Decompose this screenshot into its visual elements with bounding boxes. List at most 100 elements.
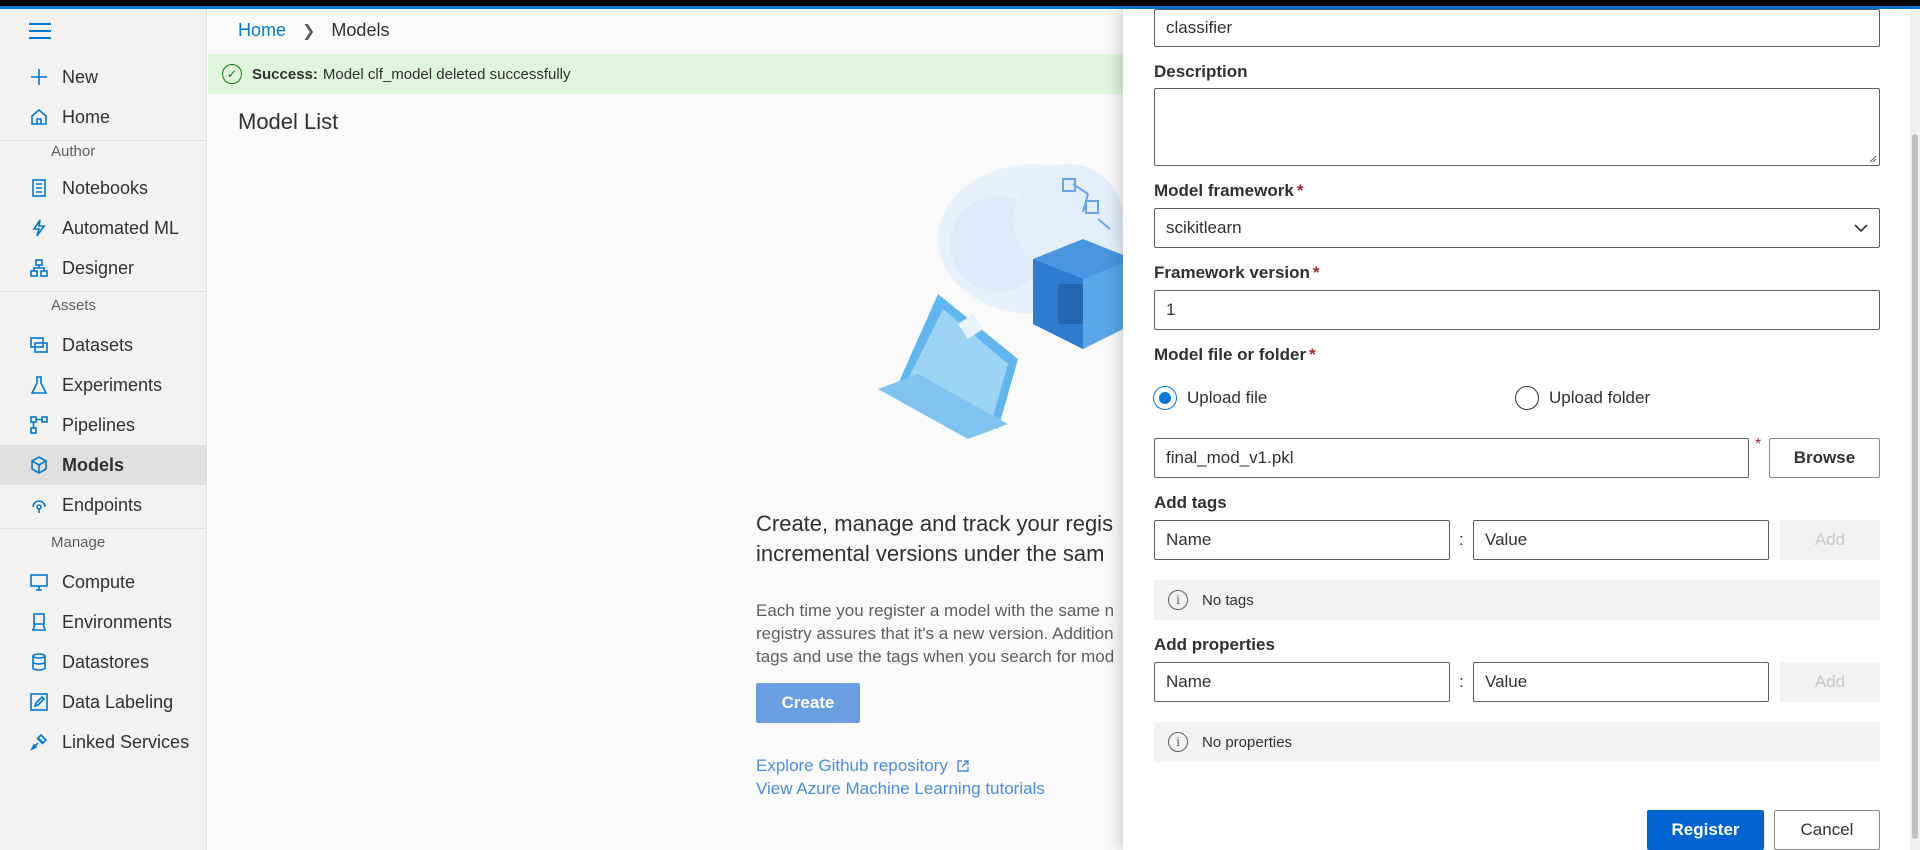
- sidebar-item-models[interactable]: Models: [0, 445, 207, 485]
- no-properties-text: No properties: [1202, 733, 1293, 751]
- designer-icon: [28, 257, 50, 279]
- sidebar-item-compute[interactable]: Compute: [0, 562, 207, 602]
- tag-value-input[interactable]: Value: [1473, 520, 1769, 560]
- models-illustration: [878, 164, 1133, 439]
- description-line: Each time you register a model with the …: [756, 601, 1115, 620]
- description-label: Description: [1154, 62, 1248, 82]
- sidebar-item-linked-services[interactable]: Linked Services: [0, 722, 207, 762]
- add-tags-label-text: Add tags: [1154, 493, 1227, 512]
- no-tags-text: No tags: [1202, 591, 1254, 609]
- section-assets: Assets: [51, 297, 97, 314]
- add-tag-button[interactable]: Add: [1780, 520, 1880, 560]
- required-mark: *: [1755, 436, 1762, 453]
- sidebar-item-home[interactable]: Home: [0, 97, 207, 137]
- automl-icon: [28, 217, 50, 239]
- sidebar-item-notebooks[interactable]: Notebooks: [0, 168, 207, 208]
- hero-description: Each time you register a model with the …: [756, 599, 1136, 668]
- sidebar-item-label: Compute: [62, 571, 136, 592]
- sidebar-item-environments[interactable]: Environments: [0, 602, 207, 642]
- sidebar: New Home Author Notebooks Automated ML D…: [0, 9, 207, 850]
- add-property-button[interactable]: Add: [1780, 662, 1880, 702]
- breadcrumb: Home ❯ Models: [238, 20, 389, 41]
- model-file-label: Model file or folder *: [1154, 345, 1316, 365]
- colon-separator: :: [1459, 530, 1464, 549]
- sidebar-item-label: Experiments: [62, 374, 163, 395]
- tag-name-input[interactable]: Name: [1154, 520, 1450, 560]
- radio-unselected-icon: [1515, 386, 1539, 410]
- description-textarea[interactable]: [1154, 88, 1880, 166]
- required-mark: *: [1309, 345, 1316, 364]
- sidebar-item-experiments[interactable]: Experiments: [0, 365, 207, 405]
- add-properties-label: Add properties: [1154, 635, 1275, 655]
- sidebar-item-label: Home: [62, 106, 111, 127]
- panel-scrollbar[interactable]: [1910, 9, 1920, 850]
- cube-icon: [28, 454, 50, 476]
- upload-folder-label: Upload folder: [1549, 388, 1651, 407]
- info-icon: i: [1168, 732, 1188, 752]
- model-name-input[interactable]: classifier: [1154, 9, 1880, 47]
- notebook-icon: [28, 177, 50, 199]
- divider: [0, 140, 207, 141]
- top-bar: [0, 0, 1920, 9]
- upload-file-radio[interactable]: Upload file: [1153, 386, 1267, 410]
- browse-button[interactable]: Browse: [1769, 438, 1880, 478]
- model-name-value: classifier: [1166, 18, 1233, 37]
- sidebar-item-datasets[interactable]: Datasets: [0, 325, 207, 365]
- success-notification: ✓ Success: Model clf_model deleted succe…: [208, 54, 1128, 94]
- sidebar-item-datastores[interactable]: Datastores: [0, 642, 207, 682]
- no-properties-info: i No properties: [1154, 722, 1880, 762]
- resize-handle-icon[interactable]: [1867, 153, 1877, 163]
- breadcrumb-home-link[interactable]: Home: [238, 20, 286, 41]
- sidebar-item-data-labeling[interactable]: Data Labeling: [0, 682, 207, 722]
- sidebar-item-automated-ml[interactable]: Automated ML: [0, 208, 207, 248]
- chevron-down-icon: [1854, 224, 1868, 233]
- framework-version-value: 1: [1166, 300, 1176, 319]
- sidebar-item-label: Models: [62, 454, 125, 475]
- create-button[interactable]: Create: [756, 683, 860, 723]
- endpoint-icon: [28, 494, 50, 516]
- add-tags-label: Add tags: [1154, 493, 1227, 513]
- sidebar-item-label: New: [62, 66, 99, 87]
- framework-dropdown[interactable]: scikitlearn: [1154, 208, 1880, 248]
- sidebar-item-label: Notebooks: [62, 177, 149, 198]
- sidebar-item-endpoints[interactable]: Endpoints: [0, 485, 207, 525]
- upload-folder-radio[interactable]: Upload folder: [1515, 386, 1650, 410]
- divider: [0, 528, 207, 529]
- sidebar-item-label: Datastores: [62, 651, 150, 672]
- required-mark: *: [1296, 181, 1304, 200]
- hero-heading: Create, manage and track your regis incr…: [756, 509, 1136, 569]
- environment-icon: [28, 611, 50, 633]
- sidebar-item-pipelines[interactable]: Pipelines: [0, 405, 207, 445]
- sidebar-item-label: Environments: [62, 611, 173, 632]
- chevron-right-icon: ❯: [302, 22, 316, 40]
- property-value-input[interactable]: Value: [1473, 662, 1769, 702]
- framework-version-input[interactable]: 1: [1154, 290, 1880, 330]
- sidebar-item-label: Designer: [62, 257, 135, 278]
- cancel-button[interactable]: Cancel: [1774, 810, 1880, 850]
- hero-line: Create, manage and track your regis: [756, 511, 1114, 536]
- upload-file-label: Upload file: [1187, 388, 1268, 407]
- framework-version-label-text: Framework version: [1154, 263, 1310, 282]
- hero-line: incremental versions under the sam: [756, 541, 1105, 566]
- sidebar-item-new[interactable]: New: [0, 57, 207, 97]
- divider: [0, 291, 207, 292]
- hamburger-menu-icon[interactable]: [29, 23, 51, 39]
- github-link[interactable]: Explore Github repository: [756, 756, 970, 776]
- no-tags-info: i No tags: [1154, 580, 1880, 620]
- sidebar-item-label: Linked Services: [62, 731, 190, 752]
- checkmark-circle-icon: ✓: [222, 64, 242, 84]
- github-link-label: Explore Github repository: [756, 756, 948, 775]
- description-label-text: Description: [1154, 62, 1248, 81]
- file-path-input[interactable]: final_mod_v1.pkl: [1154, 438, 1749, 478]
- scrollbar-thumb[interactable]: [1912, 134, 1918, 839]
- tutorials-link[interactable]: View Azure Machine Learning tutorials: [756, 779, 1045, 799]
- framework-label: Model framework *: [1154, 181, 1303, 201]
- sidebar-item-designer[interactable]: Designer: [0, 248, 207, 288]
- section-manage: Manage: [51, 534, 106, 551]
- monitor-icon: [28, 571, 50, 593]
- register-button[interactable]: Register: [1647, 810, 1764, 850]
- property-name-input[interactable]: Name: [1154, 662, 1450, 702]
- tag-name-placeholder: Name: [1166, 530, 1212, 549]
- property-name-placeholder: Name: [1166, 672, 1212, 691]
- framework-value: scikitlearn: [1166, 218, 1242, 237]
